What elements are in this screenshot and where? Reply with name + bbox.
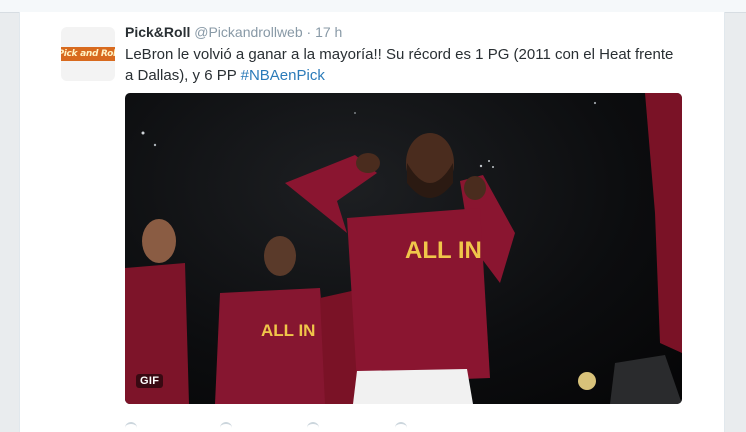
display-name[interactable]: Pick&Roll [125,24,190,40]
gif-badge: GIF [136,374,164,388]
retweet-icon[interactable] [220,418,234,428]
tweet-text: LeBron le volvió a ganar a la mayoría!! … [125,44,685,86]
avatar[interactable]: Pick and Roll [61,27,115,81]
more-icon[interactable] [395,418,409,428]
separator-dot: · [306,24,312,40]
user-handle[interactable]: @Pickandrollweb [194,24,302,40]
tweet-timestamp[interactable]: 17 h [315,24,342,40]
avatar-logo: Pick and Roll [61,47,115,61]
heart-icon[interactable] [307,418,321,428]
reply-icon[interactable] [125,418,139,428]
hashtag-link[interactable]: #NBAenPick [241,67,325,84]
tweet-media-gif[interactable]: ALL IN ALL IN GIF [125,93,682,404]
tweet-card[interactable]: Pick and Roll Pick&Roll @Pickandrollweb … [19,12,725,432]
jersey-text-main: ALL IN [405,237,482,264]
tweet-text-body: LeBron le volvió a ganar a la mayoría!! … [125,46,674,84]
jersey-text-small: ALL IN [261,321,315,340]
tweet-actions [125,416,445,432]
gif-frame-illustration: ALL IN ALL IN [125,93,682,404]
tweet-header: Pick&Roll @Pickandrollweb · 17 h [125,24,342,40]
